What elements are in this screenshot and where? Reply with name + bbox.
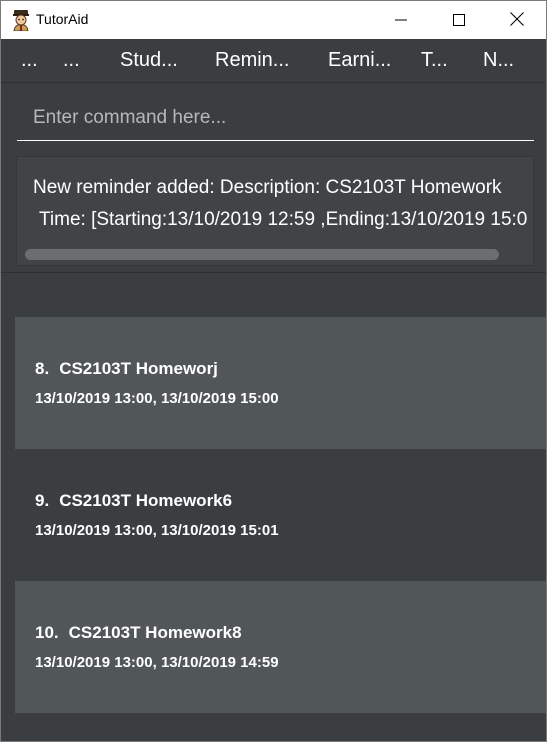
reminder-index: 8. [35, 359, 50, 378]
minimize-button[interactable] [372, 1, 430, 39]
window-title: TutorAid [36, 11, 89, 27]
title-bar[interactable]: TutorAid [1, 1, 546, 39]
scrollbar-thumb[interactable] [25, 249, 499, 260]
close-button[interactable] [488, 1, 546, 39]
reminder-time: 13/10/2019 13:00, 13/10/2019 14:59 [35, 654, 279, 671]
command-input[interactable] [17, 95, 534, 141]
list-spacer [15, 287, 546, 317]
reminder-index: 9. [35, 491, 50, 510]
app-window: TutorAid ... ... Stud... Remin... Earni.… [0, 0, 547, 742]
menu-item-students[interactable]: Stud... [120, 49, 178, 72]
reminder-title: 10. CS2103T Homework8 [35, 623, 242, 643]
command-box [1, 84, 546, 148]
menu-item-reminders[interactable]: Remin... [215, 49, 289, 72]
reminder-time: 13/10/2019 13:00, 13/10/2019 15:01 [35, 522, 279, 539]
reminder-list-panel: 8. CS2103T Homeworj 13/10/2019 13:00, 13/… [1, 273, 546, 741]
maximize-icon [453, 11, 465, 30]
menu-item-tasks[interactable]: T... [421, 49, 448, 72]
reminder-list[interactable]: 8. CS2103T Homeworj 13/10/2019 13:00, 13/… [15, 287, 546, 741]
reminder-description: CS2103T Homeworj [59, 359, 218, 378]
reminder-index: 10. [35, 623, 59, 642]
menu-item-file[interactable]: ... [21, 49, 38, 72]
result-display-area: New reminder added: Description: CS2103T… [1, 148, 546, 273]
horizontal-scrollbar[interactable] [21, 247, 531, 261]
maximize-button[interactable] [430, 1, 488, 39]
result-message-line: New reminder added: Description: CS2103T… [33, 177, 502, 198]
reminder-title: 8. CS2103T Homeworj [35, 359, 218, 379]
reminder-title: 9. CS2103T Homework6 [35, 491, 232, 511]
close-icon [510, 11, 524, 30]
minimize-icon [395, 11, 407, 30]
reminder-card[interactable]: 9. CS2103T Homework6 13/10/2019 13:00, 13… [15, 449, 546, 581]
result-time-line: Time: [Starting:13/10/2019 12:59 ,Ending… [39, 209, 528, 230]
menu-item-help[interactable]: ... [63, 49, 80, 72]
reminder-description: CS2103T Homework8 [68, 623, 242, 642]
result-display: New reminder added: Description: CS2103T… [16, 156, 534, 266]
menu-item-notes[interactable]: N... [483, 49, 514, 72]
menu-item-earnings[interactable]: Earni... [328, 49, 391, 72]
menu-bar: ... ... Stud... Remin... Earni... T... N… [1, 39, 546, 83]
student-avatar-icon [11, 9, 31, 32]
reminder-time: 13/10/2019 13:00, 13/10/2019 15:00 [35, 390, 279, 407]
reminder-card[interactable]: 10. CS2103T Homework8 13/10/2019 13:00, 1… [15, 581, 546, 713]
reminder-description: CS2103T Homework6 [59, 491, 233, 510]
reminder-card[interactable]: 8. CS2103T Homeworj 13/10/2019 13:00, 13/… [15, 317, 546, 449]
